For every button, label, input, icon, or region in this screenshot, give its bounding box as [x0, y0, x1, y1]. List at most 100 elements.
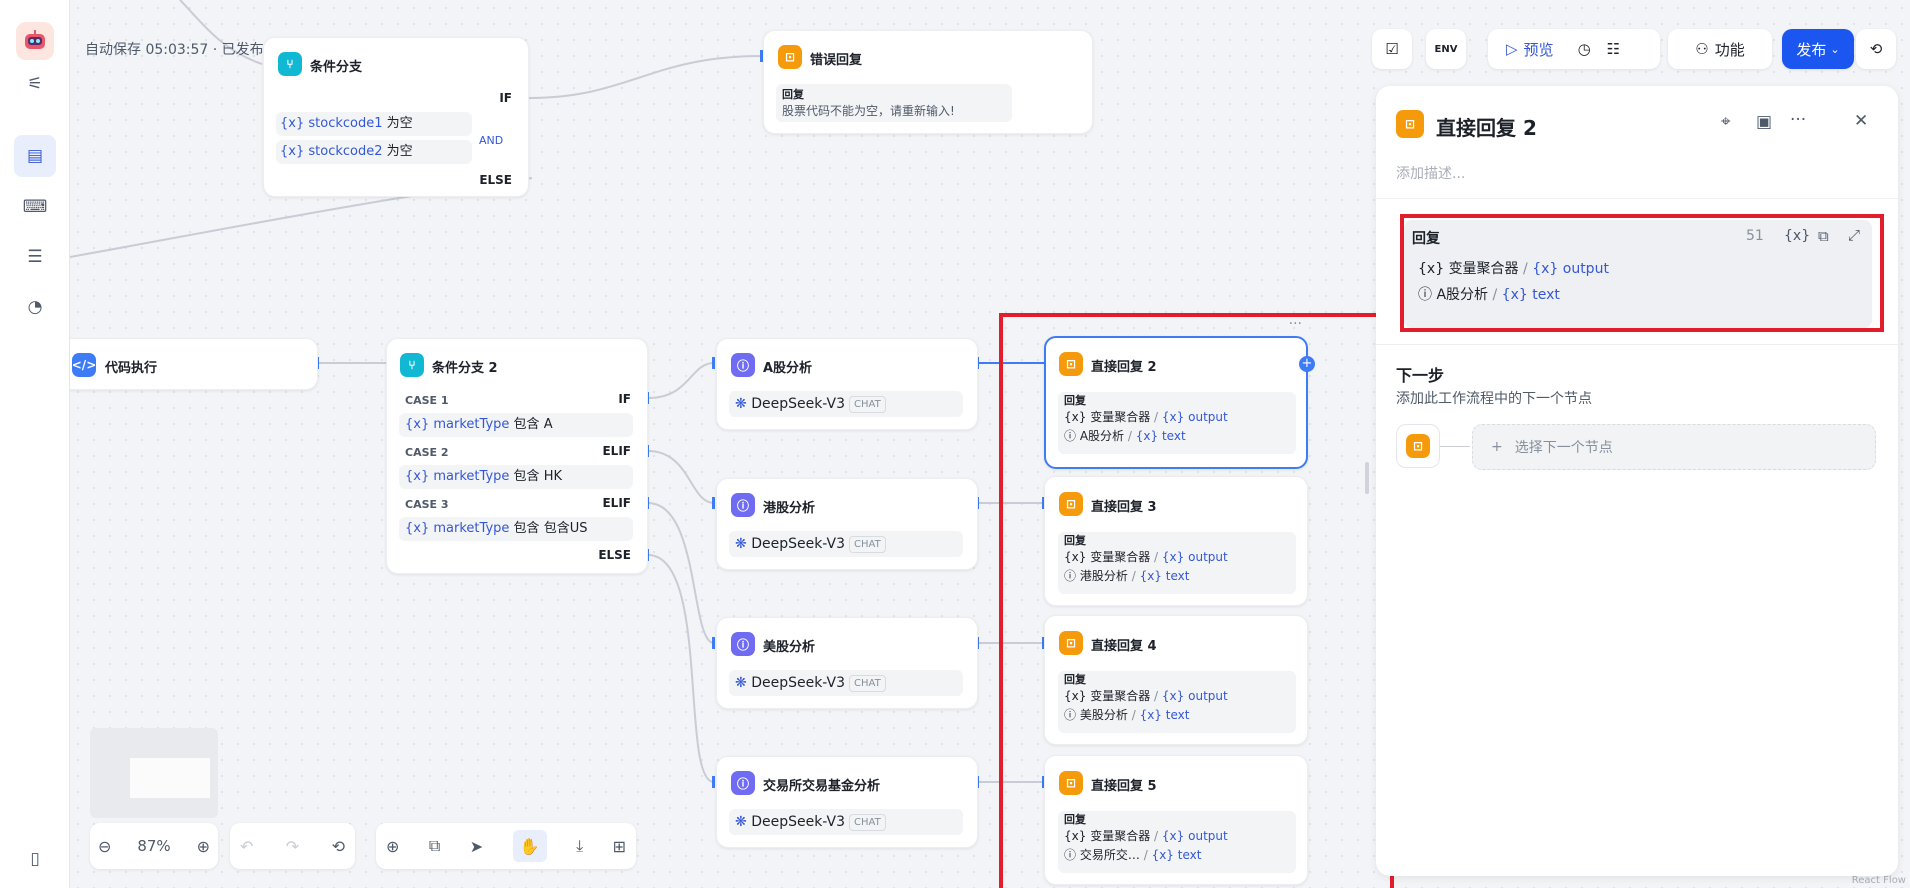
- description-input[interactable]: 添加描述...: [1396, 163, 1465, 183]
- value: HK: [543, 469, 562, 484]
- model-row: ❋ DeepSeek-V3 CHAT: [729, 391, 963, 417]
- node-title: 代码执行: [105, 361, 158, 376]
- llm-node-a-share[interactable]: ⓘ A股分析 ❋ DeepSeek-V3 CHAT: [716, 338, 978, 430]
- case-label: CASE 3: [405, 498, 449, 511]
- node-title: 交易所交易基金分析: [763, 779, 881, 794]
- panel-title[interactable]: 直接回复 2: [1436, 112, 1537, 141]
- operator: 为空: [386, 144, 413, 159]
- llm-node-hk-share[interactable]: ⓘ 港股分析 ❋ DeepSeek-V3 CHAT: [716, 478, 978, 570]
- var-name: stockcode2: [308, 144, 383, 159]
- features-label: 功能: [1714, 40, 1745, 59]
- pointer-icon[interactable]: ➤: [470, 830, 483, 862]
- var-icon: {x}: [405, 521, 430, 536]
- var-name: marketType: [433, 417, 510, 432]
- version-history-button[interactable]: ⟲: [1856, 29, 1896, 69]
- settings-sliders-icon[interactable]: ⚟: [14, 63, 56, 105]
- workflow-icon[interactable]: ▤: [14, 135, 56, 177]
- next-step-desc: 添加此工作流程中的下一个节点: [1396, 391, 1592, 407]
- docs-icon[interactable]: ▣: [1756, 112, 1772, 132]
- var-icon: {x}: [280, 116, 305, 131]
- history-controls: ↶ ↷ ⟲: [230, 823, 355, 869]
- edge: [647, 362, 715, 399]
- preview-button[interactable]: 预览: [1524, 39, 1554, 60]
- history-icon[interactable]: ⟲: [332, 830, 345, 862]
- app-avatar[interactable]: [16, 22, 54, 60]
- run-history-icon[interactable]: ◷: [1578, 40, 1591, 58]
- value: A: [543, 417, 553, 432]
- sidebar-toggle-icon[interactable]: ▯: [14, 838, 56, 880]
- checklist-button[interactable]: ☑: [1372, 29, 1412, 69]
- add-note-icon[interactable]: ⧉: [429, 830, 440, 862]
- chevron-down-icon: ⌄: [1830, 42, 1840, 56]
- mode-chip: CHAT: [849, 674, 886, 692]
- reply-content: 回复 股票代码不能为空，请重新输入!: [776, 84, 1012, 122]
- code-icon: </>: [72, 353, 96, 377]
- condition-branch-node[interactable]: ⑂ 条件分支 IF {x} stockcode1 为空 {x} stockcod…: [263, 37, 529, 197]
- publish-button[interactable]: 发布 ⌄: [1782, 29, 1854, 69]
- locate-icon[interactable]: ⌖: [1721, 112, 1731, 132]
- play-icon[interactable]: ▷: [1506, 40, 1518, 58]
- tool-controls: ⊕ ⧉ ➤ ✋ ⤓ ⊞: [376, 823, 636, 869]
- env-button[interactable]: ENV: [1426, 29, 1466, 69]
- deepseek-icon: ❋: [735, 814, 747, 830]
- llm-node-etf[interactable]: ⓘ 交易所交易基金分析 ❋ DeepSeek-V3 CHAT: [716, 756, 978, 848]
- reply-icon: ⊡: [1406, 434, 1430, 458]
- panel-resize-handle[interactable]: [1365, 462, 1369, 494]
- model-name: DeepSeek-V3: [751, 396, 846, 412]
- node-title: 条件分支 2: [432, 361, 498, 376]
- case-label: CASE 2: [405, 446, 449, 459]
- handle: [712, 357, 715, 369]
- model-row: ❋ DeepSeek-V3 CHAT: [729, 531, 963, 557]
- layout-icon[interactable]: ⊞: [613, 830, 626, 862]
- minimap[interactable]: [90, 728, 218, 818]
- terminal-icon[interactable]: ⌨: [14, 186, 56, 228]
- deepseek-icon: ❋: [735, 396, 747, 412]
- highlight-box: [1400, 214, 1884, 332]
- edge: [527, 55, 763, 99]
- zoom-level[interactable]: 87%: [137, 830, 170, 862]
- add-node-icon[interactable]: ⊕: [386, 830, 399, 862]
- model-row: ❋ DeepSeek-V3 CHAT: [729, 670, 963, 696]
- llm-node-us-share[interactable]: ⓘ 美股分析 ❋ DeepSeek-V3 CHAT: [716, 617, 978, 709]
- node-title: 港股分析: [763, 501, 816, 516]
- zoom-out-icon[interactable]: ⊖: [98, 830, 111, 862]
- more-icon[interactable]: ···: [1790, 110, 1806, 130]
- checklist-icon: ☑: [1385, 40, 1399, 58]
- zoom-controls: ⊖ 87% ⊕: [90, 823, 218, 869]
- and-label[interactable]: AND: [479, 134, 503, 147]
- reply-icon: ⊡: [1396, 110, 1424, 138]
- zoom-in-icon[interactable]: ⊕: [197, 830, 210, 862]
- deepseek-icon: ❋: [735, 536, 747, 552]
- features-icon: ⚇: [1695, 40, 1709, 58]
- features-button[interactable]: ⚇ 功能: [1668, 29, 1772, 69]
- monitor-gauge-icon[interactable]: ◔: [14, 286, 56, 328]
- env-icon: ENV: [1434, 43, 1458, 55]
- connector-line: [1440, 446, 1470, 447]
- current-node-chip: ⊡: [1396, 424, 1440, 468]
- minimap-viewport: [130, 758, 210, 798]
- error-reply-node[interactable]: ⊡ 错误回复 回复 股票代码不能为空，请重新输入!: [763, 30, 1093, 134]
- redo-icon[interactable]: ↷: [286, 830, 299, 862]
- select-next-node-button[interactable]: + 选择下一个节点: [1472, 424, 1876, 470]
- logs-icon[interactable]: ☰: [14, 236, 56, 278]
- model-name: DeepSeek-V3: [751, 536, 846, 552]
- node-title: 条件分支: [310, 60, 363, 75]
- else-label: ELSE: [598, 548, 631, 562]
- plus-icon: +: [1491, 439, 1503, 455]
- checklist-panel-icon[interactable]: ☷: [1607, 40, 1620, 58]
- divider: [1376, 198, 1898, 199]
- undo-icon[interactable]: ↶: [240, 830, 253, 862]
- condition-branch-2-node[interactable]: ⑂ 条件分支 2 CASE 1 IF {x} marketType 包含 A C…: [386, 338, 648, 574]
- handle: [712, 637, 715, 649]
- node-title: A股分析: [763, 361, 813, 376]
- operator: 为空: [386, 116, 413, 131]
- close-icon[interactable]: ✕: [1854, 111, 1868, 131]
- export-icon[interactable]: ⤓: [576, 830, 583, 862]
- code-exec-node[interactable]: </> 代码执行: [70, 338, 318, 390]
- reply-label: 回复: [782, 88, 804, 101]
- llm-icon: ⓘ: [731, 771, 755, 795]
- reply-icon: ⊡: [778, 45, 802, 69]
- select-next-label: 选择下一个节点: [1514, 440, 1613, 456]
- llm-icon: ⓘ: [731, 493, 755, 517]
- hand-icon[interactable]: ✋: [512, 830, 547, 862]
